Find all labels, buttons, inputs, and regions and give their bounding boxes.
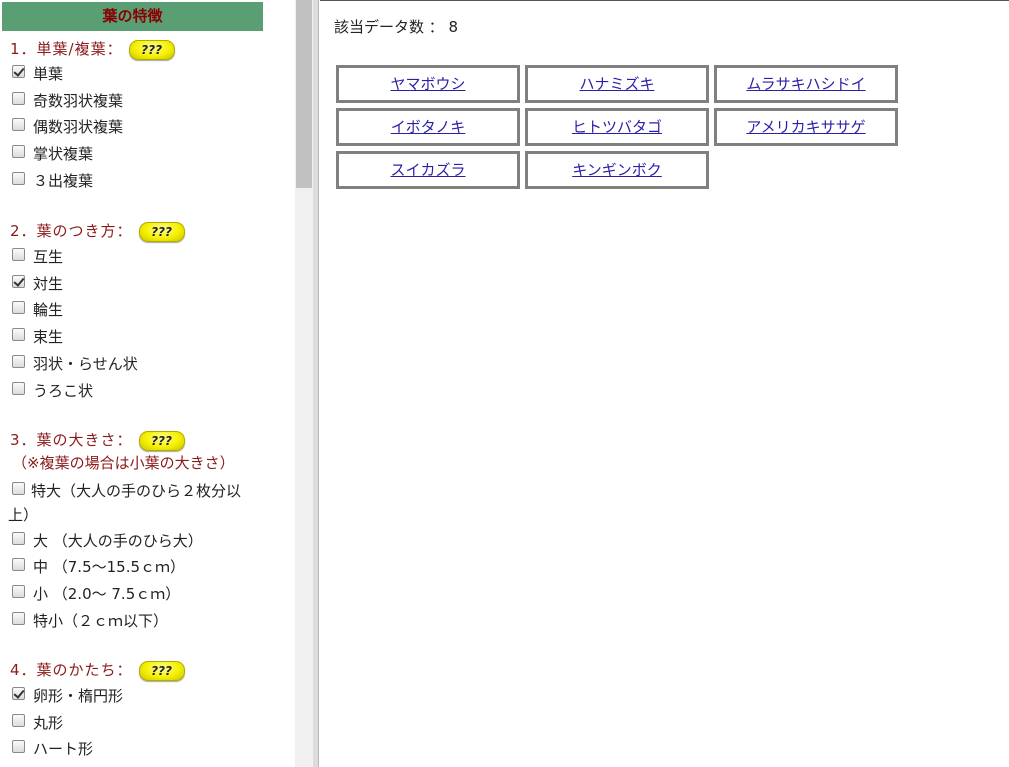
result-link[interactable]: ハナミズキ [579,75,654,93]
section-heading-arrangement: 2．葉のつき方：??? [10,220,185,242]
result-link[interactable]: イボタノキ [391,118,466,136]
option-alternate[interactable]: 互生 [12,246,63,268]
option-ovate[interactable]: 卵形・楕円形 [12,685,123,707]
checkbox[interactable] [12,248,25,261]
option-palmate[interactable]: 掌状複葉 [12,143,93,165]
option-medium[interactable]: 中 （7.5～15.5ｃｍ） [12,556,185,578]
option-label: 丸形 [33,714,64,732]
option-label: 羽状・らせん状 [33,355,138,373]
option-label: 小 （2.0～ 7.5ｃｍ） [33,585,181,603]
result-count: 該当データ数 ： 8 [334,18,459,36]
section-heading-size: 3．葉の大きさ：??? [10,429,185,451]
app-window: 葉の特徴 1．単葉/複葉：??? 単葉 奇数羽状複葉 偶数羽状複葉 掌状複葉 ３… [0,0,1009,767]
option-simple-leaf[interactable]: 単葉 [12,63,63,85]
checkbox[interactable] [12,585,25,598]
result-link[interactable]: アメリカキササゲ [746,118,865,136]
scrollbar-thumb[interactable] [296,0,312,188]
result-cell: ハナミズキ [525,65,709,103]
option-spiral[interactable]: 羽状・らせん状 [12,353,138,375]
checkbox[interactable] [12,532,25,545]
option-label: 偶数羽状複葉 [33,118,124,136]
section-heading-label: 3．葉の大きさ： [10,431,133,449]
result-link[interactable]: ヒトツバタゴ [572,118,662,136]
option-heart[interactable]: ハート形 [12,738,93,760]
option-scale-like[interactable]: うろこ状 [12,380,93,402]
option-label: 奇数羽状複葉 [33,92,124,110]
option-even-pinnate[interactable]: 偶数羽状複葉 [12,116,123,138]
option-round[interactable]: 丸形 [12,712,63,734]
option-label: 卵形・楕円形 [33,687,124,705]
checkbox[interactable] [12,482,25,495]
option-trifoliate[interactable]: ３出複葉 [12,170,93,192]
filter-pane: 葉の特徴 1．単葉/複葉：??? 単葉 奇数羽状複葉 偶数羽状複葉 掌状複葉 ３… [0,0,295,767]
option-extra-small[interactable]: 特小（２ｃｍ以下） [12,610,168,632]
result-cell: アメリカキササゲ [714,108,898,146]
checkbox[interactable] [12,714,25,727]
option-label: 特小（２ｃｍ以下） [33,612,169,630]
checkbox[interactable] [12,382,25,395]
checkbox[interactable] [12,172,25,185]
option-label: 特大（大人の手のひら２枚分以上） [8,482,242,524]
help-badge-icon[interactable]: ??? [138,221,185,242]
option-whorled[interactable]: 輪生 [12,299,63,321]
option-small[interactable]: 小 （2.0～ 7.5ｃｍ） [12,583,180,605]
option-label: 掌状複葉 [33,145,94,163]
help-badge-icon[interactable]: ??? [128,39,175,60]
checkbox[interactable] [12,118,25,131]
result-cell: ムラサキハシドイ [714,65,898,103]
section-heading-label: 1．単葉/複葉： [10,40,123,58]
checkbox[interactable] [12,687,25,700]
results-pane: 該当データ数 ： 8 ヤマボウシ ハナミズキ ムラサキハシドイ イボタノキ ヒト… [320,0,1009,767]
checkbox[interactable] [12,301,25,314]
checkbox[interactable] [12,740,25,753]
option-label: ハート形 [33,740,94,758]
option-large[interactable]: 大 （大人の手のひら大） [12,530,203,552]
option-label: 輪生 [33,301,64,319]
result-link[interactable]: ムラサキハシドイ [746,75,865,93]
result-link[interactable]: ヤマボウシ [390,75,465,93]
option-label: 束生 [33,328,64,346]
option-label: 単葉 [33,65,64,83]
option-label: 中 （7.5～15.5ｃｍ） [33,558,186,576]
option-label: ３出複葉 [33,172,94,190]
option-label: 大 （大人の手のひら大） [33,532,203,550]
checkbox[interactable] [12,558,25,571]
section-heading-label: 4．葉のかたち： [10,661,133,679]
option-label: 互生 [33,248,64,266]
size-note: （※複葉の場合は小葉の大きさ） [12,454,235,472]
option-odd-pinnate[interactable]: 奇数羽状複葉 [12,90,123,112]
checkbox[interactable] [12,145,25,158]
checkbox[interactable] [12,275,25,288]
result-link[interactable]: スイカズラ [390,161,465,179]
checkbox[interactable] [12,355,25,368]
section-heading-leaf-type: 1．単葉/複葉：??? [10,38,175,60]
section-heading-shape: 4．葉のかたち：??? [10,659,185,681]
help-badge-icon[interactable]: ??? [138,430,185,451]
result-link[interactable]: キンギンボク [572,161,662,179]
result-cell: イボタノキ [336,108,520,146]
checkbox[interactable] [12,328,25,341]
option-label: 対生 [33,275,64,293]
option-fascicled[interactable]: 束生 [12,326,63,348]
help-badge-icon[interactable]: ??? [138,660,185,681]
option-label: うろこ状 [33,382,94,400]
result-cell: ヤマボウシ [336,65,520,103]
checkbox[interactable] [12,92,25,105]
option-extra-large[interactable]: 特大（大人の手のひら２枚分以上） [8,479,263,527]
result-cell: ヒトツバタゴ [525,108,709,146]
option-opposite[interactable]: 対生 [12,273,63,295]
checkbox[interactable] [12,612,25,625]
panel-header: 葉の特徴 [2,2,263,31]
checkbox[interactable] [12,65,25,78]
result-cell: キンギンボク [525,151,709,189]
section-heading-label: 2．葉のつき方： [10,222,133,240]
frame-divider[interactable] [313,0,319,767]
result-cell: スイカズラ [336,151,520,189]
